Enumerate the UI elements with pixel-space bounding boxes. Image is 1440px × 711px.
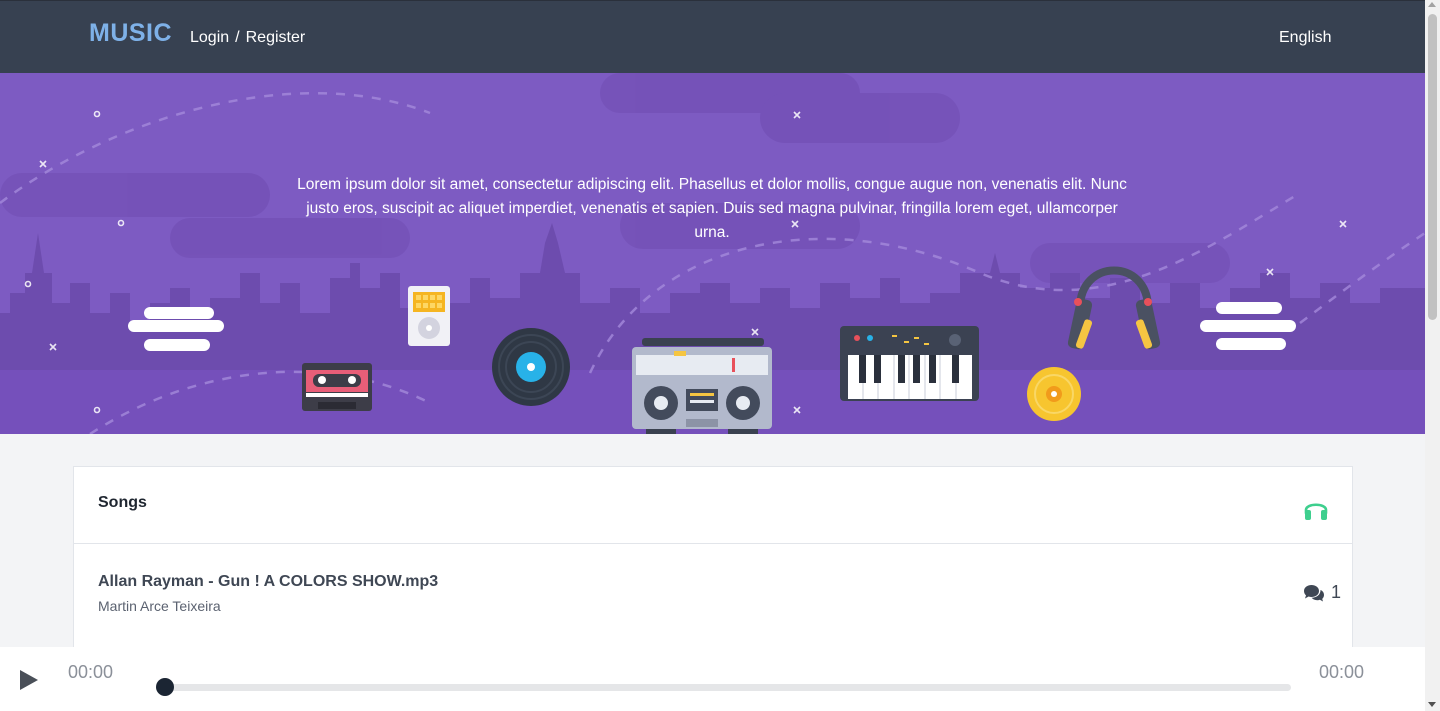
total-time: 00:00 [1319, 662, 1365, 682]
brand-logo[interactable]: MUSIC [89, 19, 172, 48]
comment-count-value: 1 [1331, 582, 1342, 602]
headphones-icon [1304, 503, 1328, 520]
songs-header: Songs [74, 467, 1352, 544]
language-selector[interactable]: English [1279, 29, 1331, 47]
scrollbar-thumb[interactable] [1428, 14, 1437, 320]
navbar: MUSIC Login / Register English [0, 0, 1425, 73]
play-button[interactable] [18, 668, 40, 692]
register-link[interactable]: Register [246, 29, 306, 46]
progress-bar[interactable] [165, 684, 1291, 691]
scroll-up-arrow-icon[interactable] [1428, 2, 1436, 7]
hero-banner: Lorem ipsum dolor sit amet, consectetur … [0, 73, 1425, 434]
login-link[interactable]: Login [190, 29, 229, 46]
current-time: 00:00 [68, 662, 114, 682]
song-list-item[interactable]: Allan Rayman - Gun ! A COLORS SHOW.mp3 M… [74, 545, 1352, 625]
hero-illustration [0, 73, 1425, 434]
comments-icon [1304, 584, 1324, 601]
comment-count[interactable]: 1 [1303, 582, 1341, 603]
scroll-down-arrow-icon[interactable] [1428, 702, 1436, 707]
songs-title: Songs [98, 494, 147, 511]
audio-player: 00:00 00:00 [0, 647, 1425, 711]
song-title[interactable]: Allan Rayman - Gun ! A COLORS SHOW.mp3 [98, 573, 438, 591]
vertical-scrollbar[interactable] [1425, 0, 1440, 711]
hero-description: Lorem ipsum dolor sit amet, consectetur … [297, 176, 1127, 241]
song-artist: Martin Arce Teixeira [98, 598, 221, 614]
auth-links: Login / Register [190, 29, 305, 47]
page: MUSIC Login / Register English Lorem ips… [0, 0, 1425, 711]
progress-handle[interactable] [156, 678, 174, 696]
auth-separator: / [235, 29, 240, 46]
